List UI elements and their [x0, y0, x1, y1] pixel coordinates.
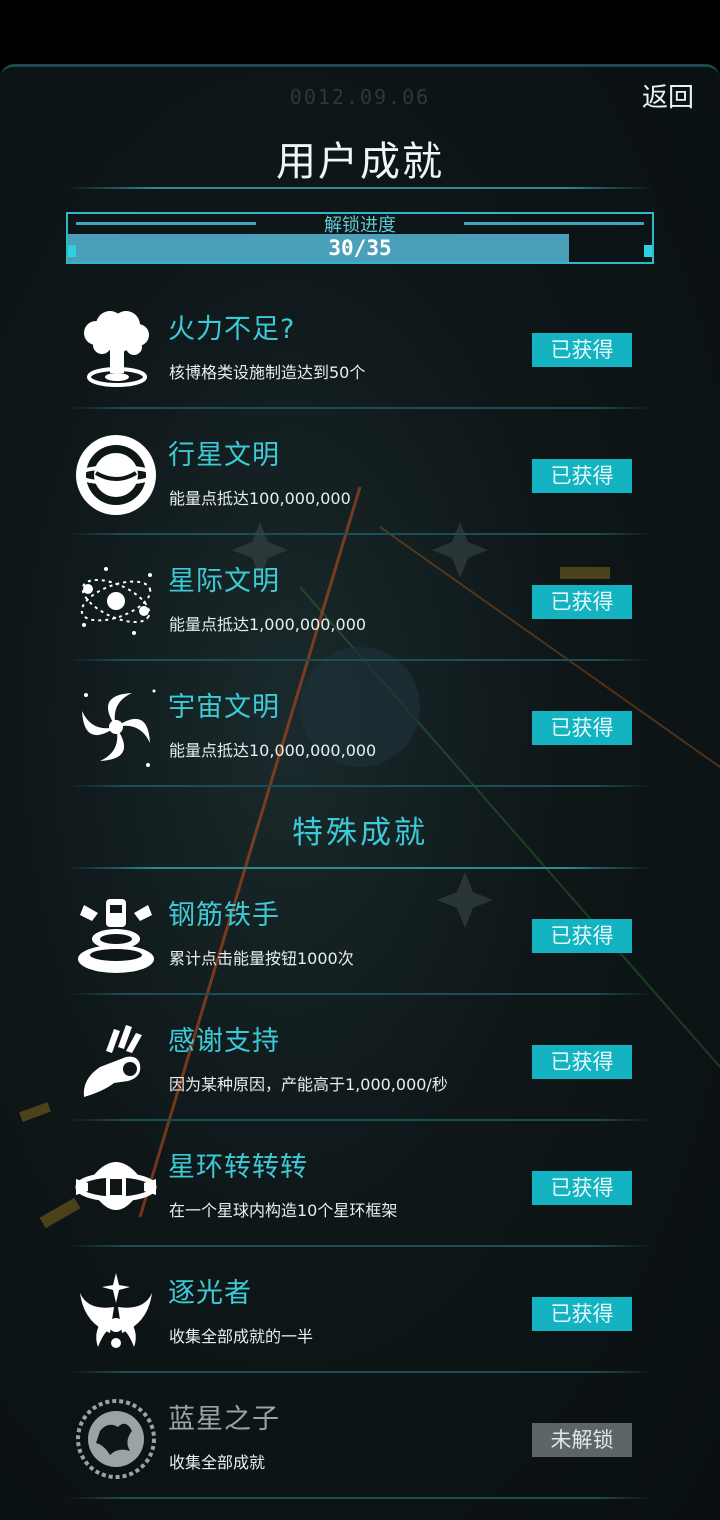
blue-star-globe-icon	[76, 1399, 156, 1479]
achievement-description: 累计点击能量按钮1000次	[169, 949, 354, 968]
achievement-description: 收集全部成就	[169, 1453, 266, 1472]
mushroom-cloud-icon	[84, 311, 149, 387]
achievement-name: 星环转转转	[168, 1152, 308, 1183]
page-title: 用户成就	[276, 139, 444, 185]
achievement-status-badge[interactable]: 已获得	[532, 1045, 632, 1079]
achievement-status-badge[interactable]: 已获得	[532, 1297, 632, 1331]
achievement-status-badge[interactable]: 已获得	[532, 459, 632, 493]
achievement-name: 宇宙文明	[168, 692, 280, 723]
achievement-row: 行星文明 能量点抵达100,000,000 已获得	[66, 409, 654, 535]
achievement-description: 能量点抵达1,000,000,000	[169, 615, 367, 634]
achievement-status-badge[interactable]: 已获得	[532, 585, 632, 619]
achievement-status-badge[interactable]: 已获得	[532, 919, 632, 953]
planet-icon	[76, 435, 156, 515]
progress-tick-left	[68, 245, 76, 257]
achievement-name: 钢筋铁手	[168, 900, 280, 931]
winged-star-icon	[80, 1273, 152, 1348]
game-date: 0012.09.06	[289, 85, 431, 109]
achievement-name: 星际文明	[168, 566, 280, 597]
achievement-row: 宇宙文明 能量点抵达10,000,000,000 已获得	[66, 661, 654, 787]
achievement-description: 能量点抵达100,000,000	[169, 489, 351, 508]
achievement-status-badge[interactable]: 已获得	[532, 711, 632, 745]
achievement-row: 逐光者 收集全部成就的一半 已获得	[66, 1247, 654, 1373]
galaxy-spiral-icon	[82, 689, 156, 767]
ok-hand-icon	[83, 1025, 142, 1097]
ring-frame-icon	[75, 1162, 157, 1210]
achievement-row: 星环转转转 在一个星球内构造10个星环框架 已获得	[66, 1121, 654, 1247]
achievement-row: 感谢支持 因为某种原因，产能高于1,000,000/秒 已获得	[66, 995, 654, 1121]
achievement-name: 蓝星之子	[168, 1404, 280, 1435]
back-button[interactable]: 返回	[642, 77, 694, 114]
achievement-row: 星际文明 能量点抵达1,000,000,000 已获得	[66, 535, 654, 661]
achievement-status-badge[interactable]: 已获得	[532, 1171, 632, 1205]
title-divider	[66, 187, 654, 189]
progress-track: 30/35	[68, 234, 652, 262]
achievement-name: 火力不足?	[168, 314, 296, 345]
progress-text: 30/35	[328, 236, 392, 260]
achievement-name: 逐光者	[168, 1278, 252, 1309]
unlock-progress: 解锁进度 30/35	[66, 212, 654, 264]
achievement-description: 能量点抵达10,000,000,000	[169, 741, 377, 760]
achievements-panel: 0012.09.06 返回 用户成就 解锁进度 30/35 火力不足? 核博格类…	[0, 64, 720, 1520]
special-achievements-heading: 特殊成就	[292, 815, 428, 851]
achievement-description: 核博格类设施制造达到50个	[169, 363, 366, 382]
achievement-description: 在一个星球内构造10个星环框架	[169, 1201, 398, 1220]
achievement-status-badge[interactable]: 已获得	[532, 333, 632, 367]
achievement-row: 火力不足? 核博格类设施制造达到50个 已获得	[66, 283, 654, 409]
achievement-description: 收集全部成就的一半	[169, 1327, 314, 1346]
achievement-name: 行星文明	[168, 440, 280, 471]
achievement-row: 蓝星之子 收集全部成就 未解锁	[66, 1373, 654, 1499]
achievement-row: 钢筋铁手 累计点击能量按钮1000次 已获得	[66, 869, 654, 995]
pressing-button-icon	[78, 899, 154, 973]
row-divider	[66, 785, 654, 787]
achievement-description: 因为某种原因，产能高于1,000,000/秒	[169, 1075, 448, 1094]
status-bar	[0, 0, 720, 64]
progress-tick-right	[644, 245, 652, 257]
achievement-status-badge[interactable]: 未解锁	[532, 1423, 632, 1457]
achievement-name: 感谢支持	[168, 1026, 280, 1057]
row-divider	[66, 1497, 654, 1499]
orbit-system-icon	[80, 567, 152, 635]
